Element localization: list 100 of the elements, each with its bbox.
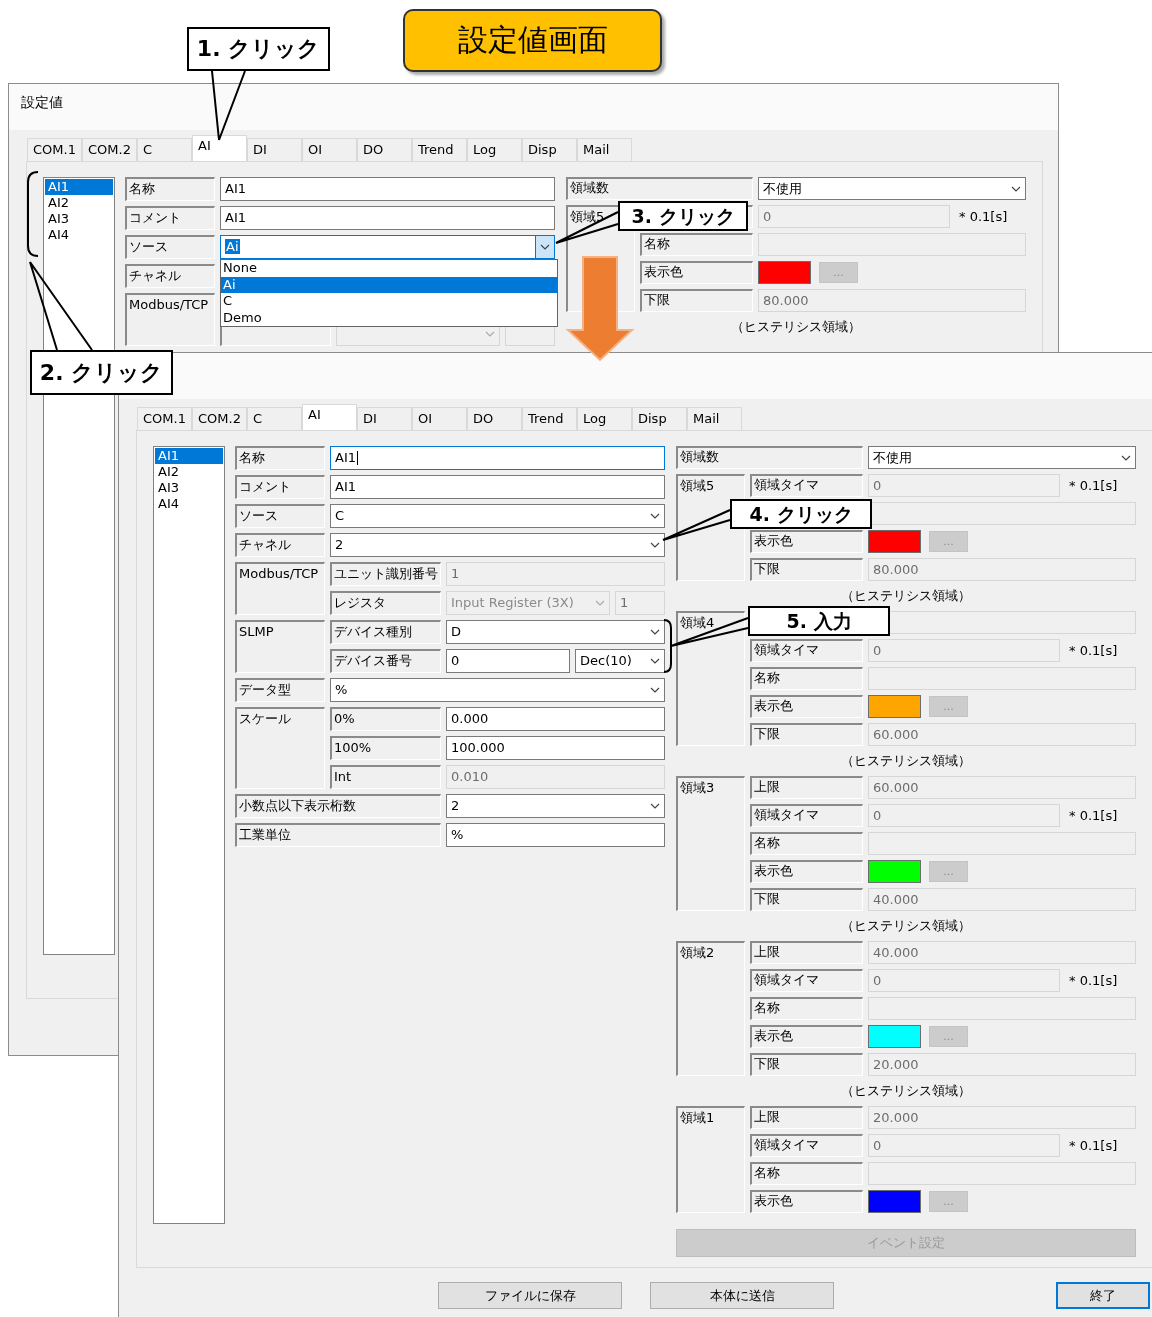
dropdown[interactable]: C [330,504,665,528]
tab[interactable]: OI [302,138,357,161]
field-label: 下限 [750,723,863,746]
text-field[interactable]: 100.000 [446,736,665,760]
list-item[interactable]: AI4 [155,496,223,512]
field-label: 下限 [750,558,863,581]
field-label: 領域数 [566,177,753,200]
text-cursor [357,451,358,465]
dropdown[interactable]: Ai [220,235,555,259]
tab[interactable]: Trend [522,407,577,430]
field-label: 領域タイマ [750,639,863,662]
field-label: 領域タイマ [750,969,863,992]
tab[interactable]: Mail [687,407,742,430]
list-item[interactable]: AI3 [45,211,113,227]
window-title: 設定値 [21,94,63,110]
tab[interactable]: Mail [577,138,632,161]
tab[interactable]: C [137,138,192,161]
section-caption: （ヒステリシス領域） [731,318,861,336]
dropdown-option[interactable]: Ai [221,276,557,293]
tab[interactable]: DI [357,407,412,430]
readonly-field: 0.010 [446,765,665,789]
field-label: デバイス番号 [330,649,441,673]
dropdown[interactable]: D [446,620,665,644]
text-field[interactable]: 0 [446,649,570,673]
dialog-button[interactable]: 本体に送信 [650,1282,834,1309]
dialog-button[interactable]: 終了 [1056,1282,1150,1309]
chevron-down-icon [1121,454,1131,461]
group-label: 領域3 [676,776,745,911]
dropdown-option[interactable]: Demo [221,309,557,326]
tab[interactable]: OI [412,407,467,430]
tab[interactable]: DO [357,138,412,161]
list-item[interactable]: AI1 [45,179,113,195]
tab[interactable]: Disp [522,138,577,161]
dropdown[interactable]: Dec(10) [575,649,665,673]
tab[interactable]: Log [467,138,522,161]
section-caption: （ヒステリシス領域） [841,1082,971,1100]
field-label: コメント [235,475,325,499]
field-label: 領域数 [676,446,863,469]
chevron-down-icon [650,803,660,809]
readonly-field: 0 [868,804,1060,827]
field-label: 下限 [750,888,863,911]
field-label: 工業単位 [235,823,441,847]
dropdown[interactable]: 不使用 [758,177,1026,200]
callout-label: 4. クリック [730,499,872,529]
list-item[interactable]: AI1 [155,448,223,464]
field-label: 名称 [750,997,863,1020]
dropdown-option[interactable]: None [221,260,557,277]
field-label: 上限 [750,1106,863,1129]
field-label: 表示色 [750,695,863,718]
dropdown[interactable]: 2 [446,794,665,818]
tab[interactable]: COM.1 [27,138,82,161]
dropdown[interactable]: 2 [330,533,665,557]
group-label: 領域4 [676,611,745,746]
callout-label: 2. クリック [30,350,173,395]
group-label: Modbus/TCP [235,562,325,615]
field-label: 下限 [750,1053,863,1076]
field-label: 名称 [750,832,863,855]
unit-label: * 0.1[s] [958,208,1008,226]
tab[interactable]: Log [577,407,632,430]
tab[interactable]: Disp [632,407,687,430]
list-item[interactable]: AI2 [45,195,113,211]
tab[interactable]: COM.2 [192,407,247,430]
field-label: 表示色 [750,530,863,553]
readonly-field: 20.000 [868,1053,1136,1076]
readonly-field: 40.000 [868,941,1136,964]
dropdown[interactable]: 不使用 [868,446,1136,469]
text-field[interactable]: AI1 [330,475,665,499]
field-label: 0% [330,707,441,731]
list-item[interactable]: AI4 [45,227,113,243]
text-field[interactable]: AI1 [220,177,555,201]
tab[interactable]: COM.1 [137,407,192,430]
list-item[interactable]: AI2 [155,464,223,480]
tab[interactable]: COM.2 [82,138,137,161]
dialog-button[interactable]: ファイルに保存 [438,1282,622,1309]
dropdown-option[interactable]: C [221,293,557,310]
tab[interactable]: AI [192,135,247,161]
readonly-field: 0 [868,639,1060,662]
field-label: 名称 [750,667,863,690]
field-label: レジスタ [330,591,441,615]
field-label: 領域タイマ [750,804,863,827]
field-label: 上限 [750,776,863,799]
section-caption: （ヒステリシス領域） [841,752,971,770]
tab[interactable]: AI [302,404,357,430]
readonly-field: 0 [758,205,950,228]
readonly-field: 1 [446,562,665,586]
text-field[interactable]: % [446,823,665,847]
tab[interactable]: Trend [412,138,467,161]
list-item[interactable]: AI3 [155,480,223,496]
tab[interactable]: DO [467,407,522,430]
section-caption: （ヒステリシス領域） [841,917,971,935]
chevron-down-icon [650,687,660,693]
tab[interactable]: C [247,407,302,430]
text-field[interactable]: AI1 [330,446,665,470]
tab[interactable]: DI [247,138,302,161]
field-label: 名称 [640,233,753,256]
text-field[interactable]: 0.000 [446,707,665,731]
text-field[interactable]: AI1 [220,206,555,230]
dropdown[interactable]: % [330,678,665,702]
field-label: チャネル [235,533,325,557]
chevron-down-icon [650,658,660,664]
